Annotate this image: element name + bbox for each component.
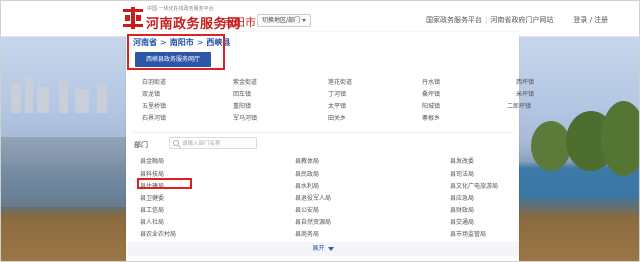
town-link[interactable]: 米坪镇 — [516, 89, 534, 98]
town-link[interactable]: 紫金街道 — [233, 77, 257, 86]
town-link[interactable]: 丁河镇 — [328, 89, 346, 98]
background-tree — [601, 101, 639, 176]
expand-button[interactable]: 展开 — [127, 242, 519, 256]
department-link[interactable]: 县卫健委 — [140, 193, 164, 202]
current-city: 南阳市 — [223, 16, 256, 29]
department-link[interactable]: 县应急局 — [450, 193, 474, 202]
national-platform-link[interactable]: 国家政务服务平台 — [426, 16, 482, 24]
highlight-box-breadcrumb — [127, 34, 225, 70]
department-link[interactable]: 县公安局 — [295, 205, 319, 214]
background-city-left — [1, 137, 126, 207]
background-building — [59, 81, 68, 113]
town-link[interactable]: 二郎坪镇 — [507, 101, 531, 110]
department-link[interactable]: 县民政局 — [295, 169, 319, 178]
department-search-input[interactable] — [182, 139, 254, 148]
department-link[interactable]: 县退役军人局 — [295, 193, 331, 202]
department-link[interactable]: 县商务局 — [295, 229, 319, 238]
department-link[interactable]: 县工信局 — [140, 205, 164, 214]
department-label: 部门 — [134, 141, 148, 149]
background-building — [97, 85, 107, 113]
department-link[interactable]: 县文化广电旅游局 — [450, 181, 498, 190]
town-link[interactable]: 重阳镇 — [233, 101, 251, 110]
department-link[interactable]: 县教体局 — [295, 156, 319, 165]
town-link[interactable]: 太平镇 — [328, 101, 346, 110]
chevron-down-icon — [327, 246, 334, 251]
background-tree — [531, 121, 571, 171]
section-divider — [133, 132, 513, 133]
department-link[interactable]: 县科技局 — [140, 169, 164, 178]
logo-subtitle: 中国·一体化在线政务服务平台 — [147, 6, 214, 12]
town-link[interactable]: 西坪镇 — [516, 77, 534, 86]
town-link[interactable]: 田关乡 — [328, 113, 346, 122]
department-search[interactable] — [169, 137, 257, 149]
town-link[interactable]: 白羽街道 — [142, 77, 166, 86]
town-link[interactable]: 阳城镇 — [422, 101, 440, 110]
background-building — [37, 87, 49, 113]
caret-down-icon — [302, 19, 307, 22]
department-link[interactable]: 县水利局 — [295, 181, 319, 190]
region-switch-dropdown[interactable]: 切换地区/部门 — [257, 14, 312, 27]
town-link[interactable]: 莲花街道 — [328, 77, 352, 86]
search-icon — [173, 140, 179, 146]
town-link[interactable]: 桑坪镇 — [422, 89, 440, 98]
background-building — [11, 83, 21, 113]
department-link[interactable]: 县农业农村局 — [140, 229, 176, 238]
department-link[interactable]: 县自然资源局 — [295, 217, 331, 226]
town-link[interactable]: 五里桥镇 — [142, 101, 166, 110]
town-link[interactable]: 寨根乡 — [422, 113, 440, 122]
highlight-box-department — [137, 178, 192, 189]
town-link[interactable]: 军马河镇 — [233, 113, 257, 122]
department-link[interactable]: 县发改委 — [450, 156, 474, 165]
department-link[interactable]: 县金融局 — [140, 156, 164, 165]
expand-label: 展开 — [312, 245, 325, 252]
department-link[interactable]: 县人社局 — [140, 217, 164, 226]
town-link[interactable]: 丹水镇 — [422, 77, 440, 86]
background-building — [75, 89, 89, 113]
town-link[interactable]: 双龙镇 — [142, 89, 160, 98]
department-link[interactable]: 县财政局 — [450, 205, 474, 214]
department-link[interactable]: 县市场监管局 — [450, 229, 486, 238]
town-link[interactable]: 回车镇 — [233, 89, 251, 98]
department-link[interactable]: 县交通局 — [450, 217, 474, 226]
login-register-link[interactable]: 登录 / 注册 — [573, 16, 608, 24]
background-building — [25, 77, 33, 113]
region-switch-label: 切换地区/部门 — [262, 17, 301, 24]
henan-government-link[interactable]: 河南省政府门户网站 — [490, 16, 553, 24]
top-links: 国家政务服务平台 | 河南省政府门户网站 登录 / 注册 — [426, 16, 609, 24]
logo-emblem-icon — [123, 7, 143, 29]
town-link[interactable]: 石界河镇 — [142, 113, 166, 122]
page-frame: 中国·一体化在线政务服务平台 河南政务服务网 南阳市 切换地区/部门 国家政务服… — [0, 0, 640, 262]
department-link[interactable]: 县司法局 — [450, 169, 474, 178]
